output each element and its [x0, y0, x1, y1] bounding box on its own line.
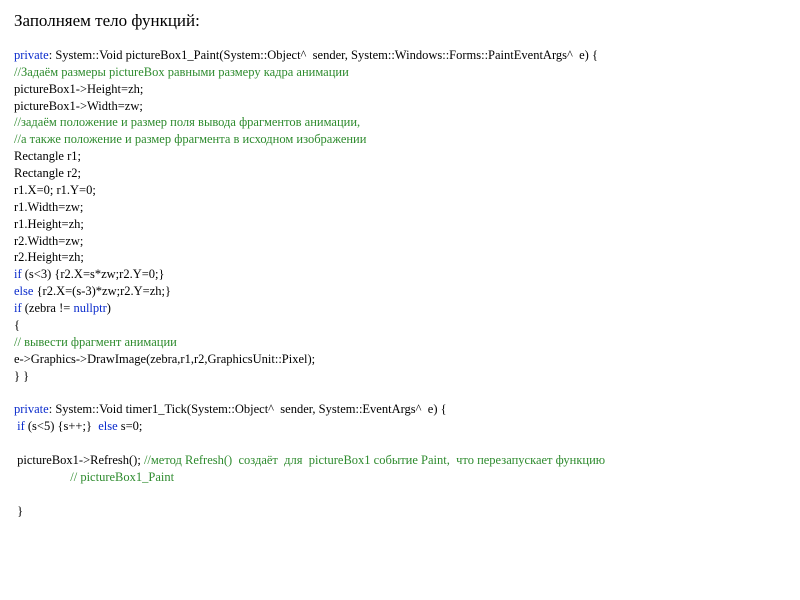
code-line-14b: (s<3) {r2.X=s*zw;r2.Y=0;} — [22, 267, 165, 281]
page-title: Заполняем тело функций: — [14, 10, 786, 33]
kw-private-2: private — [14, 402, 49, 416]
comment-line-06: //а также положение и размер фрагмента в… — [14, 132, 366, 146]
code-line-15b: {r2.X=(s-3)*zw;r2.Y=zh;} — [33, 284, 171, 298]
code-line-04: pictureBox1->Width=zw; — [14, 99, 143, 113]
code-line-16b: (zebra != — [22, 301, 74, 315]
code-line-19: e->Graphics->DrawImage(zebra,r1,r2,Graph… — [14, 352, 315, 366]
code-line-17: { — [14, 318, 20, 332]
code-line-08: Rectangle r2; — [14, 166, 81, 180]
code-line-23d: s=0; — [118, 419, 143, 433]
kw-else-2: else — [98, 419, 117, 433]
kw-else-1: else — [14, 284, 33, 298]
code-line-12: r2.Width=zw; — [14, 234, 83, 248]
document-page: Заполняем тело функций: private: System:… — [0, 0, 800, 519]
comment-line-02: //Задаём размеры pictureBox равными разм… — [14, 65, 349, 79]
comment-line-18: // вывести фрагмент анимации — [14, 335, 177, 349]
kw-if-3: if — [14, 419, 25, 433]
code-line-01b: : System::Void pictureBox1_Paint(System:… — [49, 48, 598, 62]
code-line-09: r1.X=0; r1.Y=0; — [14, 183, 96, 197]
code-line-25a: pictureBox1->Refresh(); — [14, 453, 144, 467]
kw-if-2: if — [14, 301, 22, 315]
code-line-11: r1.Height=zh; — [14, 217, 84, 231]
kw-nullptr: nullptr — [73, 301, 106, 315]
code-line-13: r2.Height=zh; — [14, 250, 84, 264]
code-block: private: System::Void pictureBox1_Paint(… — [14, 47, 786, 520]
code-line-20: } } — [14, 369, 29, 383]
comment-line-05: //задаём положение и размер поля вывода … — [14, 115, 360, 129]
code-line-03: pictureBox1->Height=zh; — [14, 82, 143, 96]
code-line-07: Rectangle r1; — [14, 149, 81, 163]
kw-if-1: if — [14, 267, 22, 281]
code-line-28: } — [14, 504, 23, 518]
code-line-23b: (s<5) {s++;} — [25, 419, 98, 433]
code-line-10: r1.Width=zw; — [14, 200, 83, 214]
kw-private-1: private — [14, 48, 49, 62]
code-line-16d: ) — [107, 301, 111, 315]
comment-line-26: // pictureBox1_Paint — [14, 470, 174, 484]
code-line-22b: : System::Void timer1_Tick(System::Objec… — [49, 402, 447, 416]
comment-line-25b: //метод Refresh() создаёт для pictureBox… — [144, 453, 605, 467]
